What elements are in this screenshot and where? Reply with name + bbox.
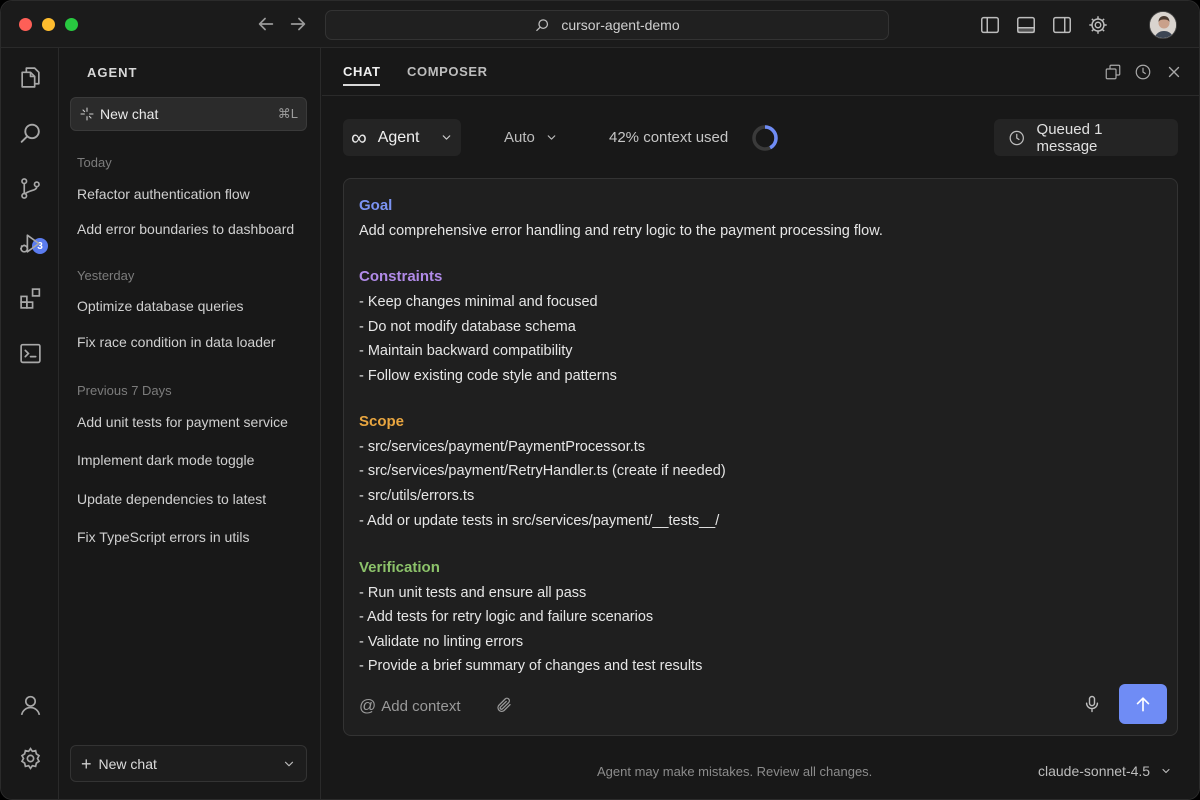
app-window: cursor-agent-demo 3 AGENT New chat ⌘L To…	[0, 0, 1200, 800]
prompt-line: - src/utils/errors.ts	[359, 488, 475, 504]
at-sign-icon: @	[359, 696, 377, 715]
new-chat-label: New chat	[100, 106, 159, 122]
section-heading-constraints: Constraints	[359, 268, 443, 285]
search-box-text: cursor-agent-demo	[561, 17, 680, 33]
model-auto-dropdown[interactable]: Auto	[504, 129, 558, 146]
toggle-right-sidebar-icon[interactable]	[1051, 14, 1073, 36]
sidebar-title: AGENT	[87, 65, 138, 80]
prompt-line: - Follow existing code style and pattern…	[359, 368, 617, 384]
search-icon[interactable]	[18, 121, 43, 146]
toggle-left-sidebar-icon[interactable]	[979, 14, 1001, 36]
microphone-icon[interactable]	[1082, 694, 1102, 714]
command-search-box[interactable]: cursor-agent-demo	[325, 10, 889, 40]
title-bar: cursor-agent-demo	[1, 1, 1199, 48]
disclaimer-text: Agent may make mistakes. Review all chan…	[597, 764, 873, 779]
chevron-down-icon	[442, 135, 451, 140]
activity-bar: 3	[1, 48, 59, 799]
chevron-down-icon	[1162, 768, 1170, 774]
prompt-line: - src/services/payment/RetryHandler.ts (…	[359, 463, 726, 479]
search-icon	[536, 18, 549, 31]
chat-history-item[interactable]: Optimize database queries	[77, 298, 309, 314]
close-window-button[interactable]	[19, 18, 32, 31]
context-usage-ring	[752, 125, 778, 151]
new-chat-dropdown-button[interactable]: + New chat	[70, 745, 307, 782]
chat-history-item[interactable]: Add unit tests for payment service	[77, 414, 309, 430]
prompt-line: - Do not modify database schema	[359, 319, 576, 335]
tab-composer[interactable]: COMPOSER	[407, 64, 488, 79]
source-control-icon[interactable]	[18, 176, 43, 201]
add-context-label: Add context	[381, 697, 461, 715]
prompt-line: - Run unit tests and ensure all pass	[359, 585, 587, 601]
new-window-icon[interactable]	[1104, 63, 1122, 81]
prompt-line: - Provide a brief summary of changes and…	[359, 658, 703, 674]
maximize-window-button[interactable]	[65, 18, 78, 31]
terminal-icon[interactable]	[18, 341, 43, 366]
gear-icon[interactable]	[1087, 14, 1109, 36]
extensions-icon[interactable]	[18, 286, 43, 311]
prompt-line: - src/services/payment/PaymentProcessor.…	[359, 439, 646, 455]
files-icon[interactable]	[18, 65, 43, 90]
tab-chat[interactable]: CHAT	[343, 64, 381, 79]
chevron-down-icon	[547, 135, 556, 140]
chat-panel: CHAT COMPOSER ∞ Agent Auto 42% context u…	[322, 48, 1199, 799]
prompt-line: - Validate no linting errors	[359, 634, 524, 650]
chat-history-item[interactable]: Fix TypeScript errors in utils	[77, 529, 309, 545]
chevron-down-icon	[284, 761, 294, 766]
group-label-previous-7-days: Previous 7 Days	[77, 383, 172, 398]
prompt-line: - Maintain backward compatibility	[359, 343, 573, 359]
section-heading-goal: Goal	[359, 197, 393, 214]
queued-label: Queued 1 message	[1036, 120, 1103, 155]
context-usage-text: 42% context used	[609, 129, 729, 146]
avatar[interactable]	[1149, 11, 1177, 39]
new-chat-button[interactable]: New chat ⌘L	[70, 97, 307, 131]
arrow-left-icon[interactable]	[255, 13, 277, 35]
tab-bar: CHAT COMPOSER	[322, 48, 1199, 96]
infinity-icon: ∞	[351, 124, 367, 150]
chat-history-item[interactable]: Add error boundaries to dashboard	[77, 221, 309, 237]
minimize-window-button[interactable]	[42, 18, 55, 31]
add-context-button[interactable]: @ Add context	[359, 696, 460, 716]
chat-history-item[interactable]: Refactor authentication flow	[77, 186, 309, 202]
arrow-right-icon[interactable]	[287, 13, 309, 35]
group-label-today: Today	[77, 155, 112, 170]
account-icon[interactable]	[18, 693, 43, 718]
avatar-picture	[1150, 12, 1176, 38]
run-debug-icon[interactable]	[18, 231, 43, 256]
agent-mode-dropdown[interactable]: ∞ Agent	[343, 119, 461, 156]
chat-history-item[interactable]: Implement dark mode toggle	[77, 452, 309, 468]
prompt-input[interactable]: Goal Add comprehensive error handling an…	[343, 178, 1178, 736]
paperclip-icon[interactable]	[495, 696, 513, 714]
queued-message-button[interactable]: Queued 1 message	[994, 119, 1178, 156]
close-icon[interactable]	[1165, 63, 1183, 81]
new-chat-bottom-label: New chat	[98, 755, 157, 772]
arrow-up-icon	[1136, 697, 1150, 712]
prompt-line: - Add tests for retry logic and failure …	[359, 609, 654, 625]
send-button[interactable]	[1119, 684, 1167, 724]
toggle-panel-icon[interactable]	[1015, 14, 1037, 36]
prompt-line: Add comprehensive error handling and ret…	[359, 223, 883, 239]
prompt-line: - Add or update tests in src/services/pa…	[359, 513, 720, 529]
active-tab-indicator	[343, 84, 380, 86]
model-auto-label: Auto	[504, 129, 535, 146]
plus-icon: +	[81, 753, 92, 774]
section-heading-verification: Verification	[359, 559, 440, 576]
settings-gear-icon[interactable]	[18, 746, 43, 771]
new-chat-shortcut: ⌘L	[277, 106, 298, 121]
chat-history-item[interactable]: Update dependencies to latest	[77, 491, 309, 507]
history-icon[interactable]	[1134, 63, 1152, 81]
new-chat-sparkle-icon	[80, 107, 94, 121]
clock-icon	[1009, 130, 1024, 145]
section-heading-scope: Scope	[359, 413, 405, 430]
model-selector[interactable]: claude-sonnet-4.5	[1038, 763, 1172, 779]
prompt-line: - Keep changes minimal and focused	[359, 294, 598, 310]
group-label-yesterday: Yesterday	[77, 268, 135, 283]
agent-mode-label: Agent	[377, 128, 420, 146]
model-name: claude-sonnet-4.5	[1038, 763, 1151, 779]
agent-sidebar: AGENT New chat ⌘L Today Refactor authent…	[59, 48, 321, 799]
chat-history-item[interactable]: Fix race condition in data loader	[77, 334, 309, 350]
